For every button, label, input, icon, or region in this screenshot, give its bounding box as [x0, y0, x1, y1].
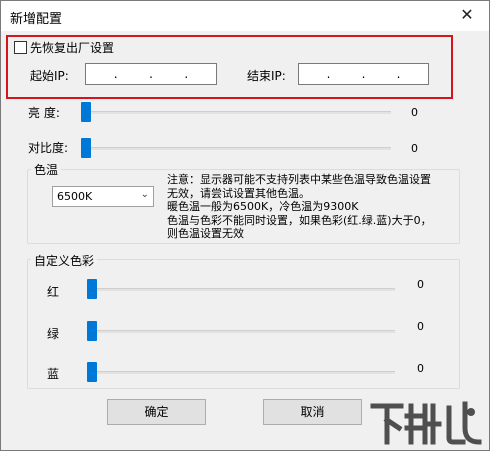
ok-button[interactable]: 确定	[107, 399, 206, 425]
blue-slider-track[interactable]	[91, 371, 395, 374]
restore-factory-checkbox[interactable]	[14, 41, 27, 54]
green-slider-track[interactable]	[91, 330, 395, 333]
end-ip-label: 结束IP:	[247, 69, 286, 83]
green-label: 绿	[47, 327, 60, 341]
end-ip-input[interactable]: . . .	[298, 63, 429, 85]
contrast-slider-thumb[interactable]	[81, 138, 91, 158]
brightness-slider-track[interactable]	[85, 111, 391, 114]
start-ip-label: 起始IP:	[30, 69, 69, 83]
brightness-slider-thumb[interactable]	[81, 102, 91, 122]
color-temp-group-title: 色温	[31, 161, 62, 178]
close-icon: ✕	[460, 5, 474, 24]
title-bar: 新增配置 ✕	[1, 1, 489, 31]
close-button[interactable]: ✕	[445, 1, 489, 31]
green-value: 0	[417, 320, 424, 333]
contrast-slider-track[interactable]	[85, 147, 391, 150]
contrast-value: 0	[411, 142, 418, 155]
color-temp-note: 注意：显示器可能不支持列表中某些色温导致色温设置 无效，请尝试设置其他色温。 暖…	[167, 173, 432, 240]
color-temp-selected-value: 6500K	[57, 190, 93, 203]
color-temp-select[interactable]: 6500K ⌄	[52, 186, 154, 207]
custom-color-group-title: 自定义色彩	[31, 252, 98, 269]
red-label: 红	[47, 285, 60, 299]
blue-slider-thumb[interactable]	[87, 362, 97, 382]
blue-label: 蓝	[47, 367, 60, 381]
site-watermark-logo	[370, 401, 482, 445]
blue-value: 0	[417, 362, 424, 375]
cancel-button[interactable]: 取消	[263, 399, 362, 425]
restore-factory-label[interactable]: 先恢复出厂设置	[30, 39, 114, 56]
start-ip-input[interactable]: . . .	[85, 63, 217, 85]
green-slider-thumb[interactable]	[87, 321, 97, 341]
red-value: 0	[417, 278, 424, 291]
dialog-window: 新增配置 ✕ 先恢复出厂设置 起始IP: . . . 结束IP: . . . 亮…	[0, 0, 490, 451]
contrast-label: 对比度:	[28, 141, 69, 155]
red-slider-thumb[interactable]	[87, 279, 97, 299]
brightness-label: 亮 度:	[28, 106, 60, 120]
brightness-value: 0	[411, 106, 418, 119]
red-slider-track[interactable]	[91, 288, 395, 291]
dialog-title: 新增配置	[10, 12, 63, 27]
chevron-down-icon: ⌄	[140, 189, 149, 200]
